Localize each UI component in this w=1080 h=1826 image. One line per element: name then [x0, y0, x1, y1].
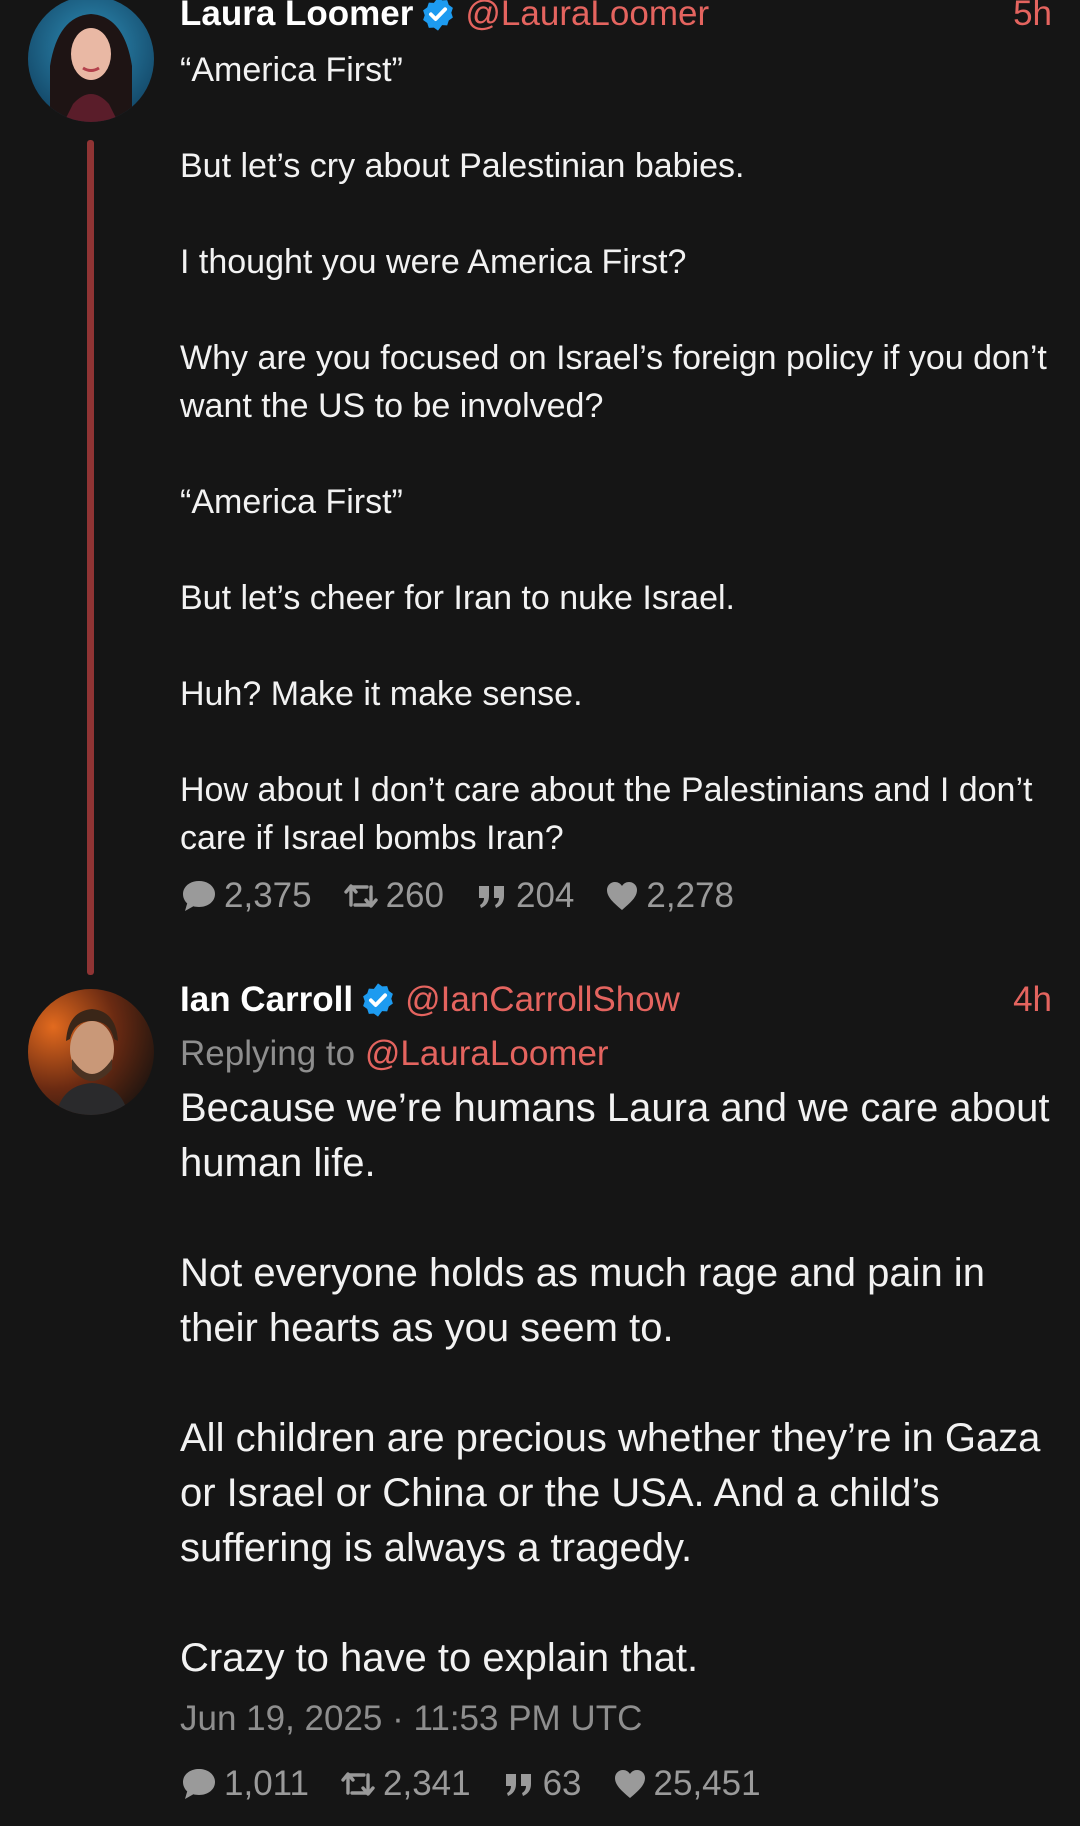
tweet-stats: 1,011 2,341 63 25,451 [180, 1764, 1052, 1804]
quote-count[interactable]: 63 [501, 1764, 582, 1804]
quote-count-value: 204 [516, 876, 575, 915]
tweet-time[interactable]: 5h [1013, 0, 1052, 34]
like-count-value: 2,278 [646, 876, 734, 915]
profile-photo-man [28, 989, 154, 1115]
replying-to: Replying to @LauraLoomer [180, 1034, 1052, 1074]
quote-icon [505, 1774, 531, 1796]
heart-icon [607, 882, 638, 910]
comment-icon [183, 1769, 215, 1799]
tweet-time[interactable]: 4h [1013, 980, 1052, 1020]
verified-badge-icon [363, 983, 393, 1017]
reply-count-value: 2,375 [224, 876, 312, 915]
retweet-count-value: 2,341 [383, 1764, 471, 1803]
retweet-icon [343, 884, 378, 908]
quote-icon [479, 886, 504, 908]
replying-to-mention[interactable]: @LauraLoomer [365, 1034, 609, 1073]
author-name[interactable]: Ian Carroll [180, 980, 353, 1020]
tweet-stats: 2,375 260 204 2,278 [180, 876, 1052, 916]
avatar[interactable] [28, 0, 154, 122]
tweet-date[interactable]: Jun 19, 2025 · 11:53 PM UTC [180, 1698, 1052, 1740]
reply-count[interactable]: 1,011 [180, 1764, 309, 1804]
comment-icon [183, 881, 215, 911]
retweet-count[interactable]: 260 [342, 876, 444, 916]
quote-count[interactable]: 204 [474, 876, 574, 916]
quote-count-value: 63 [542, 1764, 582, 1803]
like-count[interactable]: 2,278 [604, 876, 734, 916]
tweet-header: Laura Loomer @LauraLoomer 5h [180, 0, 1052, 34]
author-handle[interactable]: @LauraLoomer [465, 0, 709, 34]
heart-icon [614, 1770, 645, 1798]
tweet-header: Ian Carroll @IanCarrollShow 4h [180, 980, 1052, 1020]
retweet-icon [341, 1772, 375, 1796]
reply-count-value: 1,011 [224, 1764, 309, 1803]
tweet-text: Because we’re humans Laura and we care a… [180, 1086, 1050, 1680]
retweet-count-value: 260 [385, 876, 444, 915]
avatar[interactable] [28, 989, 154, 1115]
replying-label: Replying to [180, 1034, 356, 1073]
reply-count[interactable]: 2,375 [180, 876, 312, 916]
retweet-count[interactable]: 2,341 [339, 1764, 471, 1804]
thread-connector-line [87, 140, 94, 975]
author-name[interactable]: Laura Loomer [180, 0, 413, 34]
like-count-value: 25,451 [653, 1764, 761, 1803]
verified-badge-icon [423, 0, 454, 31]
like-count[interactable]: 25,451 [612, 1764, 761, 1804]
author-handle[interactable]: @IanCarrollShow [405, 980, 680, 1020]
profile-photo-woman [28, 0, 154, 122]
tweet-text: “America First” But let’s cry about Pale… [180, 51, 1047, 857]
